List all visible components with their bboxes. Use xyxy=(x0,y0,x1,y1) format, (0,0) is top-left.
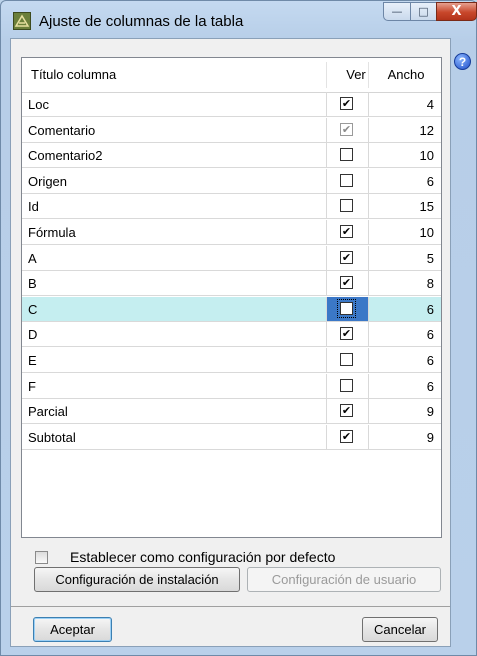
row-ancho-cell[interactable]: 8 xyxy=(368,271,434,296)
row-ver-cell: ✔ xyxy=(326,271,369,296)
row-ver-cell: ✔ xyxy=(326,245,369,270)
row-name-cell: D xyxy=(28,327,38,343)
table-row[interactable]: F6 xyxy=(22,373,441,399)
visibility-checkbox[interactable] xyxy=(340,199,353,213)
row-ver-cell xyxy=(326,143,369,168)
accept-button[interactable]: Aceptar xyxy=(33,617,112,642)
header-title-column[interactable]: Título columna xyxy=(31,58,116,92)
row-ancho-cell[interactable]: 10 xyxy=(368,220,434,245)
table-row[interactable]: Loc ✔ 4 xyxy=(22,92,441,117)
visibility-checkbox[interactable] xyxy=(340,148,353,162)
visibility-checkbox[interactable] xyxy=(340,353,353,366)
row-name-cell: E xyxy=(28,353,37,368)
row-name-cell: F xyxy=(28,378,36,394)
row-ancho-cell[interactable]: 6 xyxy=(368,348,434,373)
row-name-cell: Origen xyxy=(28,173,68,189)
row-ancho-cell[interactable]: 10 xyxy=(368,143,434,168)
visibility-checkbox[interactable]: ✔ xyxy=(340,404,353,418)
header-separator xyxy=(326,62,327,88)
row-ancho-cell[interactable]: 4 xyxy=(368,92,434,117)
default-config-checkbox[interactable] xyxy=(35,551,48,564)
visibility-checkbox[interactable] xyxy=(340,173,353,187)
grid-header: Título columna Ver Ancho xyxy=(22,58,441,93)
columns-grid[interactable]: Título columna Ver Ancho Loc ✔ 4 Comentario… xyxy=(21,57,442,538)
row-ver-cell: ✔ xyxy=(326,399,369,424)
table-row[interactable]: Subtotal ✔ 9 xyxy=(22,424,441,450)
visibility-checkbox[interactable]: ✔ xyxy=(340,429,353,443)
row-ancho-cell[interactable]: 6 xyxy=(368,322,434,347)
app-icon xyxy=(13,12,31,30)
header-separator xyxy=(368,62,369,88)
row-ver-cell: ✔ xyxy=(326,117,369,142)
minimize-button[interactable]: — xyxy=(383,2,411,21)
visibility-checkbox[interactable]: ✔ xyxy=(340,97,353,110)
dialog-window: Ajuste de columnas de la tabla — □ X ? T… xyxy=(0,0,477,656)
table-row[interactable]: Origen 6 xyxy=(22,168,441,194)
row-ancho-cell[interactable]: 5 xyxy=(368,246,434,271)
visibility-checkbox: ✔ xyxy=(340,122,353,136)
header-ver[interactable]: Ver xyxy=(336,58,376,92)
row-ver-cell xyxy=(326,194,369,219)
row-name-cell: Parcial xyxy=(28,404,68,420)
table-row[interactable]: Comentario2 10 xyxy=(22,143,441,169)
row-ancho-cell[interactable]: 6 xyxy=(368,374,434,399)
window-title: Ajuste de columnas de la tabla xyxy=(39,13,244,30)
help-icon[interactable]: ? xyxy=(454,53,471,70)
close-button[interactable]: X xyxy=(436,2,477,21)
row-ancho-cell[interactable]: 9 xyxy=(368,425,434,450)
row-ancho-cell[interactable]: 6 xyxy=(368,297,434,322)
table-row[interactable]: C6 xyxy=(22,296,441,322)
user-config-button: Configuración de usuario xyxy=(247,567,441,592)
visibility-checkbox[interactable] xyxy=(337,298,356,318)
visibility-checkbox[interactable]: ✔ xyxy=(340,225,353,238)
table-row[interactable]: B ✔ 8 xyxy=(22,271,441,297)
row-ver-cell xyxy=(326,373,369,398)
install-config-button[interactable]: Configuración de instalación xyxy=(34,567,240,592)
row-name-cell: Comentario2 xyxy=(28,148,103,164)
divider xyxy=(11,606,450,607)
row-name-cell: Comentario xyxy=(28,122,96,138)
row-name-cell: A xyxy=(28,250,37,266)
row-name-cell: B xyxy=(28,276,37,292)
visibility-checkbox[interactable]: ✔ xyxy=(340,327,353,341)
table-row[interactable]: Fórmula ✔ 10 xyxy=(22,220,441,245)
row-ver-cell xyxy=(326,168,369,193)
row-name-cell: Loc xyxy=(28,97,49,112)
table-row[interactable]: D ✔ 6 xyxy=(22,322,441,348)
table-row[interactable]: A ✔ 5 xyxy=(22,245,441,271)
table-row[interactable]: E6 xyxy=(22,348,441,373)
row-ver-cell xyxy=(326,296,369,321)
row-ver-cell xyxy=(326,348,369,372)
default-config-label: Establecer como configuración por defect… xyxy=(70,549,336,565)
visibility-checkbox[interactable]: ✔ xyxy=(340,276,353,290)
row-name-cell: C xyxy=(28,301,38,317)
visibility-checkbox[interactable] xyxy=(340,378,353,392)
row-ver-cell: ✔ xyxy=(326,92,369,116)
row-name-cell: Fórmula xyxy=(28,225,76,240)
row-ver-cell: ✔ xyxy=(326,220,369,244)
row-ancho-cell[interactable]: 15 xyxy=(368,194,434,219)
visibility-checkbox[interactable]: ✔ xyxy=(340,250,353,264)
row-ver-cell: ✔ xyxy=(326,322,369,347)
row-ancho-cell[interactable]: 6 xyxy=(368,169,434,194)
header-ancho[interactable]: Ancho xyxy=(376,58,436,92)
title-bar[interactable]: Ajuste de columnas de la tabla — □ X xyxy=(1,1,477,37)
dialog-client-area: Título columna Ver Ancho Loc ✔ 4 Comentario… xyxy=(10,38,451,647)
row-ver-cell: ✔ xyxy=(326,424,369,449)
cancel-button[interactable]: Cancelar xyxy=(362,617,438,642)
row-ancho-cell[interactable]: 9 xyxy=(368,399,434,424)
table-row[interactable]: Comentario ✔ 12 xyxy=(22,117,441,143)
table-row[interactable]: Parcial ✔ 9 xyxy=(22,399,441,425)
row-name-cell: Subtotal xyxy=(28,429,76,445)
row-ancho-cell[interactable]: 12 xyxy=(368,118,434,143)
maximize-button[interactable]: □ xyxy=(410,2,437,21)
table-row[interactable]: Id 15 xyxy=(22,194,441,220)
row-name-cell: Id xyxy=(28,199,39,215)
